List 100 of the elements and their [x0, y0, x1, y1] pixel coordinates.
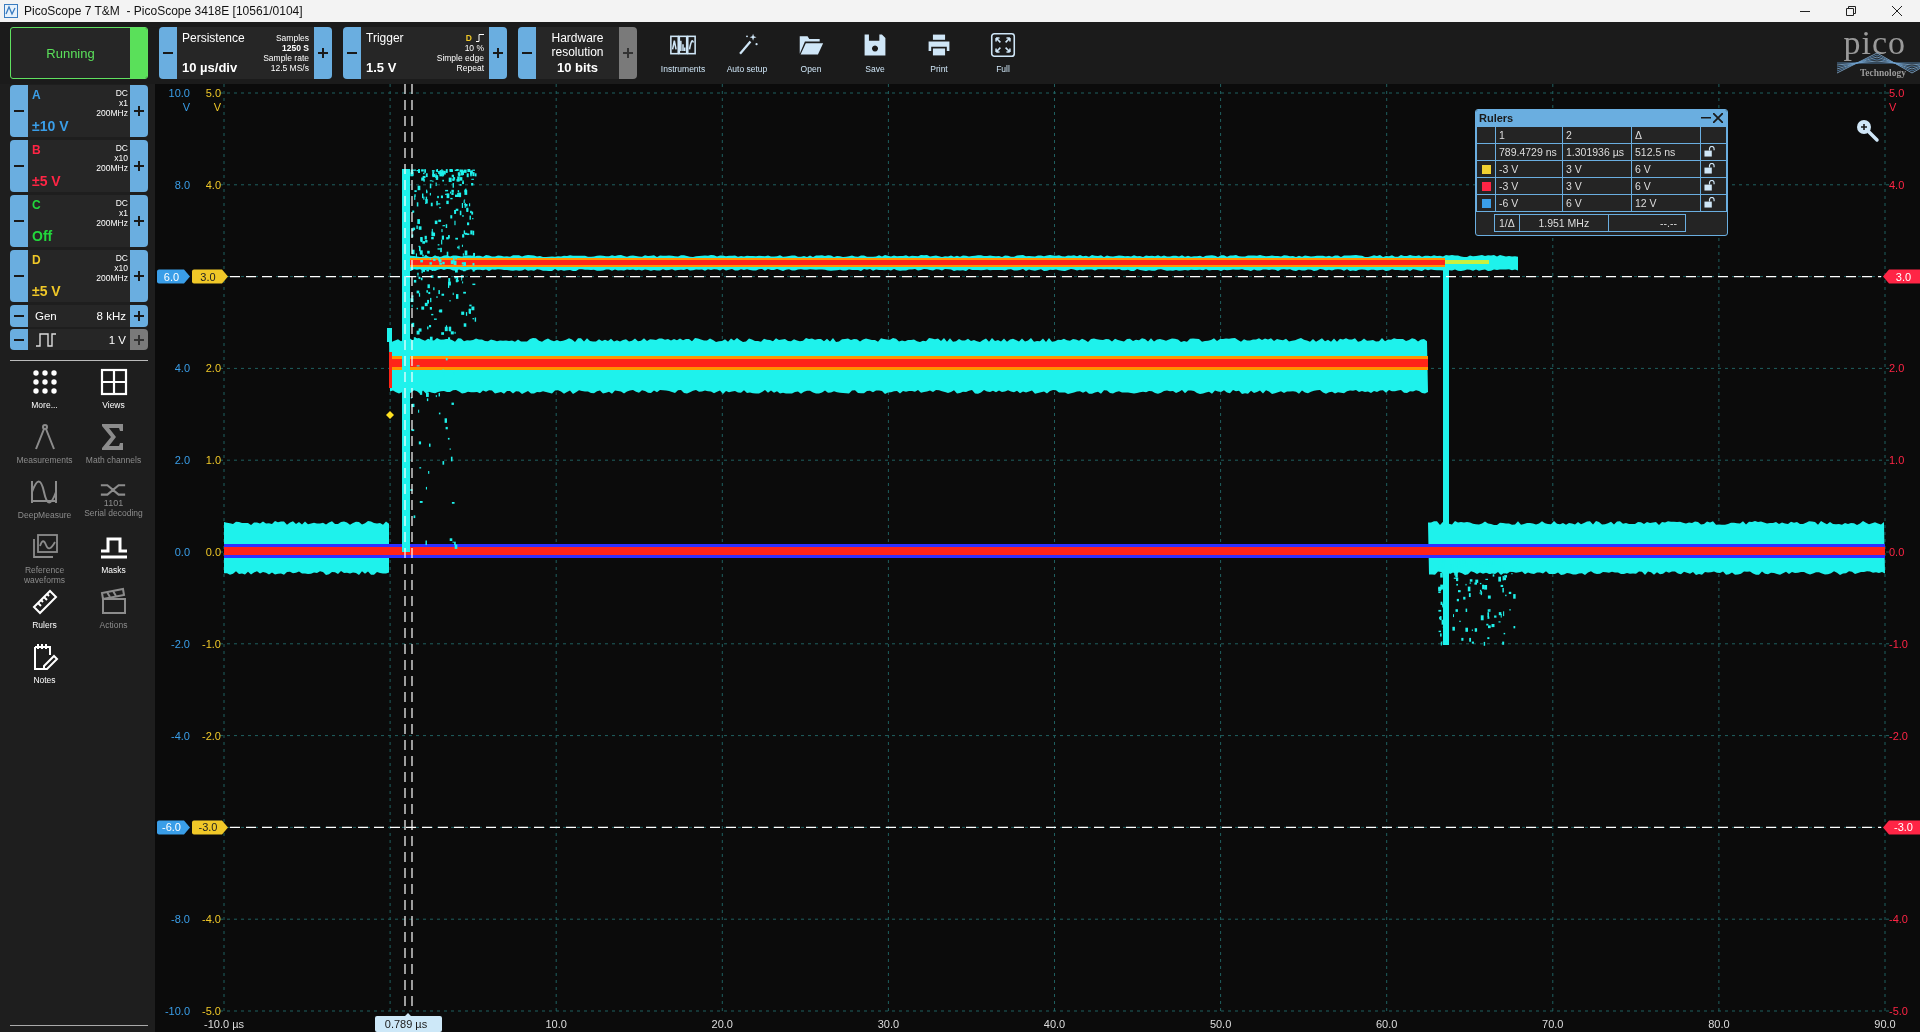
probe-label: x10 — [114, 263, 128, 273]
axis-tick-label: 2.0 — [1889, 362, 1905, 375]
decrease-button[interactable] — [10, 140, 28, 192]
voltage-ruler-line[interactable] — [229, 276, 1882, 278]
control-panel[interactable]: Persistence 10 µs/div Samples 1250 S Sample rate 12.5 MS/s — [177, 27, 314, 79]
plus-icon — [134, 334, 144, 345]
increase-button[interactable] — [314, 27, 332, 79]
axis-unit-label: V — [182, 101, 190, 113]
increase-button[interactable] — [130, 195, 148, 247]
table-cell: 1.951 MHz — [1519, 215, 1609, 231]
square-wave-icon[interactable] — [35, 331, 57, 348]
table-cell: 6 V — [1631, 177, 1701, 195]
auto-setup-button[interactable]: Auto setup — [715, 32, 779, 74]
control-detail: Samples — [275, 33, 309, 43]
bandwidth-label: 200MHz — [96, 108, 128, 118]
increase-button[interactable] — [130, 85, 148, 137]
table-cell: 3 V — [1562, 177, 1632, 195]
window-title: PicoScope 7 T&M - PicoScope 3418E [10561/0104] — [24, 4, 303, 18]
padlock-icon[interactable] — [1704, 179, 1715, 191]
decrease-button[interactable] — [518, 27, 536, 79]
notes-button[interactable]: Notes — [29, 640, 60, 687]
coupling-label: DC — [115, 88, 128, 98]
bandwidth-label: 200MHz — [96, 218, 128, 228]
probe-label: x1 — [119, 98, 128, 108]
generator-frequency[interactable]: 8 kHz — [96, 310, 126, 322]
time-ruler-label[interactable]: 0.789 µs — [375, 1013, 442, 1032]
padlock-icon[interactable] — [1704, 162, 1715, 174]
control-detail: 10 % — [464, 43, 484, 53]
time-tick-label: 90.0 — [1874, 1018, 1896, 1030]
control-title: Trigger — [366, 31, 404, 45]
minus-icon — [14, 220, 24, 222]
axis-tick-label: 10.0 — [168, 87, 190, 99]
channel-range[interactable]: ±5 V — [32, 173, 61, 189]
axis-tick-label: -1.0 — [1889, 637, 1908, 650]
generator-amplitude[interactable]: 1 V — [108, 333, 126, 346]
full-button[interactable]: Full — [971, 32, 1035, 74]
axis-tick-label: -1.0 — [202, 637, 221, 650]
axis-tick-label: 5.0 — [1889, 87, 1905, 99]
decrease-button[interactable] — [343, 27, 361, 79]
control-detail: 1250 S — [282, 43, 309, 53]
instruments-button[interactable]: Instruments — [651, 32, 715, 74]
table-cell: 789.4729 ns — [1495, 143, 1563, 161]
decrease-button[interactable] — [10, 305, 28, 327]
padlock-icon[interactable] — [1704, 196, 1715, 208]
axis-tick-label: 1.0 — [205, 454, 221, 467]
axis-tick-label: -8.0 — [171, 913, 190, 926]
save-button[interactable]: Save — [843, 32, 907, 74]
control-panel[interactable]: Trigger 1.5 V D 10 % Simple edge Repeat — [361, 27, 489, 79]
time-tick-label: 60.0 — [1376, 1018, 1398, 1030]
panel-title: Rulers — [1479, 112, 1515, 124]
level-marker[interactable]: -3.0 — [1883, 820, 1920, 835]
level-marker[interactable]: 3.0 — [1883, 269, 1920, 284]
more-button[interactable]: More... — [29, 365, 60, 412]
decrease-button[interactable] — [10, 85, 28, 137]
minimize-button[interactable] — [1700, 117, 1712, 119]
decrease-button[interactable] — [10, 329, 28, 350]
decrease-button[interactable] — [10, 195, 28, 247]
axis-tick-label: -4.0 — [202, 913, 221, 926]
open-button[interactable]: Open — [779, 32, 843, 74]
close-button[interactable] — [1712, 113, 1724, 123]
axis-tick-label: 2.0 — [174, 454, 190, 467]
time-tick-label: 30.0 — [877, 1018, 900, 1030]
control-panel[interactable]: Hardware resolution 10 bits — [536, 27, 619, 79]
padlock-icon[interactable] — [1704, 145, 1715, 157]
plus-icon — [134, 161, 144, 171]
decrease-button[interactable] — [10, 250, 28, 302]
increase-button[interactable] — [130, 305, 148, 327]
axis-unit-label: V — [213, 101, 221, 113]
axis-tick-label: 4.0 — [205, 178, 221, 191]
control-value: 10 bits — [556, 61, 599, 75]
channel-name: B — [32, 143, 42, 157]
increase-button[interactable] — [489, 27, 507, 79]
increase-button[interactable] — [130, 140, 148, 192]
channel-range[interactable]: ±10 V — [32, 118, 69, 134]
control-detail: Repeat — [456, 63, 484, 73]
axis-tick-label: 0.0 — [174, 546, 190, 558]
axis-tick-label: -2.0 — [202, 729, 221, 742]
run-button[interactable]: Running — [10, 27, 148, 79]
print-button[interactable]: Print — [907, 32, 971, 74]
minimize-icon — [1800, 10, 1810, 12]
increase-button[interactable] — [130, 250, 148, 302]
zoom-in-icon[interactable] — [1857, 120, 1879, 142]
plus-icon — [318, 48, 328, 58]
level-marker[interactable]: 3.0 — [192, 269, 228, 284]
sigma-icon — [101, 424, 126, 450]
axis-tick-label: 0.0 — [1889, 546, 1905, 558]
level-marker[interactable]: -3.0 — [192, 820, 228, 835]
rulers-button[interactable]: Rulers — [29, 585, 60, 632]
voltage-ruler-line[interactable] — [229, 826, 1882, 828]
masks-button[interactable]: Masks — [98, 530, 129, 577]
table-cell: 1/Δ — [1495, 215, 1520, 231]
table-cell: 12 V — [1631, 194, 1701, 212]
control-detail: Simple edge — [436, 53, 484, 63]
coupling-label: DC — [115, 143, 128, 153]
views-button[interactable]: Views — [98, 365, 129, 412]
channel-range[interactable]: ±5 V — [32, 283, 61, 299]
channel-range[interactable]: Off — [32, 228, 53, 244]
axis-tick-label: 0.0 — [205, 546, 221, 558]
decrease-button[interactable] — [159, 27, 177, 79]
app-icon — [4, 4, 18, 18]
